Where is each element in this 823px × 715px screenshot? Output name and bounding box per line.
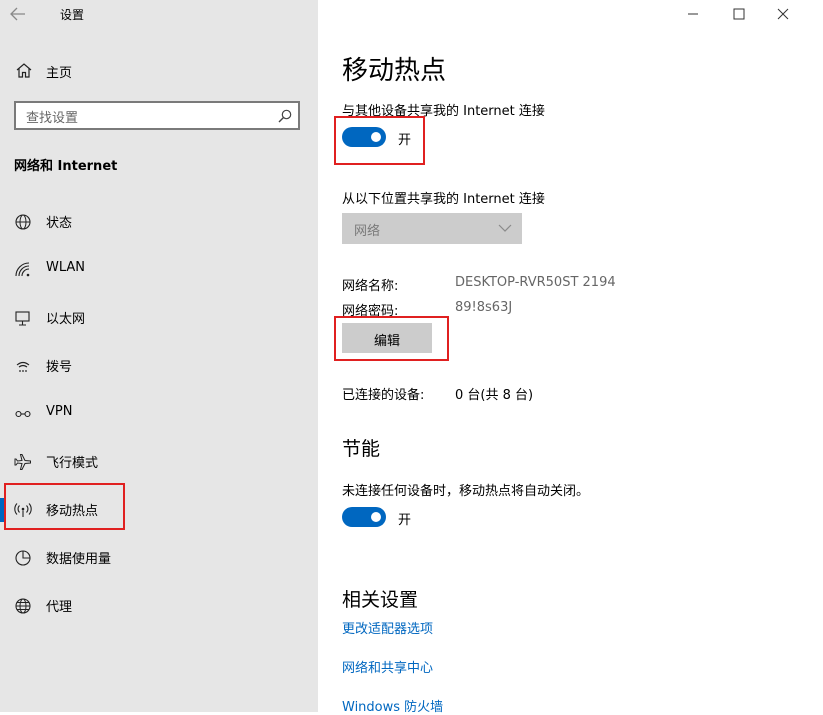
sidebar-item-label: 状态 xyxy=(46,216,73,231)
page-title: 移动热点 xyxy=(342,56,447,86)
ethernet-icon xyxy=(15,311,30,326)
sidebar-item-wlan[interactable]: WLAN xyxy=(0,250,318,290)
maximize-button[interactable] xyxy=(733,0,779,28)
sidebar-item-airplane[interactable]: 飞行模式 xyxy=(0,442,318,482)
close-icon xyxy=(777,8,789,20)
back-arrow-icon xyxy=(10,7,25,21)
power-toggle[interactable] xyxy=(342,507,386,527)
minimize-icon xyxy=(688,13,698,15)
share-from-dropdown[interactable]: 网络 xyxy=(342,213,522,244)
back-button[interactable] xyxy=(10,4,34,24)
airplane-icon xyxy=(14,454,31,470)
highlight-box xyxy=(334,116,425,165)
link-adapter-options[interactable]: 更改适配器选项 xyxy=(342,618,433,637)
sidebar-item-status[interactable]: 状态 xyxy=(0,202,318,242)
sidebar-item-label: 以太网 xyxy=(46,312,86,327)
search-input[interactable]: 查找设置 xyxy=(14,101,300,130)
app-title: 设置 xyxy=(60,8,85,22)
network-name-value: DESKTOP-RVR50ST 2194 xyxy=(455,275,616,290)
main-panel: 移动热点 与其他设备共享我的 Internet 连接 开 从以下位置共享我的 I… xyxy=(318,0,823,715)
vpn-icon xyxy=(15,410,31,418)
chevron-down-icon xyxy=(498,224,512,232)
sidebar-item-dialup[interactable]: 拨号 xyxy=(0,346,318,386)
connected-value: 0 台(共 8 台) xyxy=(455,388,534,403)
related-heading: 相关设置 xyxy=(342,589,419,611)
sidebar-item-proxy[interactable]: 代理 xyxy=(0,586,318,626)
sidebar-item-label: 数据使用量 xyxy=(46,552,112,567)
power-label: 未连接任何设备时，移动热点将自动关闭。 xyxy=(342,484,590,499)
sidebar-item-label: 代理 xyxy=(46,600,73,615)
highlight-box xyxy=(4,483,125,530)
data-usage-icon xyxy=(15,550,31,566)
maximize-icon xyxy=(733,8,745,20)
dropdown-selected-value: 网络 xyxy=(354,224,381,239)
search-placeholder: 查找设置 xyxy=(26,111,79,126)
link-sharing-center[interactable]: 网络和共享中心 xyxy=(342,657,433,676)
sidebar-item-label: WLAN xyxy=(46,260,86,275)
link-firewall[interactable]: Windows 防火墙 xyxy=(342,696,443,715)
dialup-icon xyxy=(16,361,30,372)
sidebar: 设置 主页 查找设置 网络和 Internet 状态 WLAN 以太网 拨号 V… xyxy=(0,0,318,712)
home-icon xyxy=(16,63,32,78)
sidebar-item-label: VPN xyxy=(46,404,73,419)
home-label: 主页 xyxy=(46,66,73,81)
power-heading: 节能 xyxy=(342,438,381,460)
connected-label: 已连接的设备: xyxy=(342,388,425,403)
power-toggle-state: 开 xyxy=(398,513,412,528)
group-heading: 网络和 Internet xyxy=(14,159,118,174)
search-icon[interactable] xyxy=(278,109,292,123)
sidebar-item-data-usage[interactable]: 数据使用量 xyxy=(0,538,318,578)
minimize-button[interactable] xyxy=(687,0,733,28)
globe-icon xyxy=(15,598,31,614)
sidebar-item-label: 飞行模式 xyxy=(46,456,99,471)
network-password-value: 89!8s63J xyxy=(455,300,513,315)
sidebar-item-vpn[interactable]: VPN xyxy=(0,394,318,434)
sidebar-item-label: 拨号 xyxy=(46,360,73,375)
wifi-icon xyxy=(15,262,30,277)
close-button[interactable] xyxy=(777,0,823,28)
sidebar-item-ethernet[interactable]: 以太网 xyxy=(0,298,318,338)
toggle-knob xyxy=(371,512,381,522)
share-from-label: 从以下位置共享我的 Internet 连接 xyxy=(342,192,545,207)
network-name-label: 网络名称: xyxy=(342,279,399,294)
globe-status-icon xyxy=(15,214,31,230)
highlight-box xyxy=(334,316,449,361)
